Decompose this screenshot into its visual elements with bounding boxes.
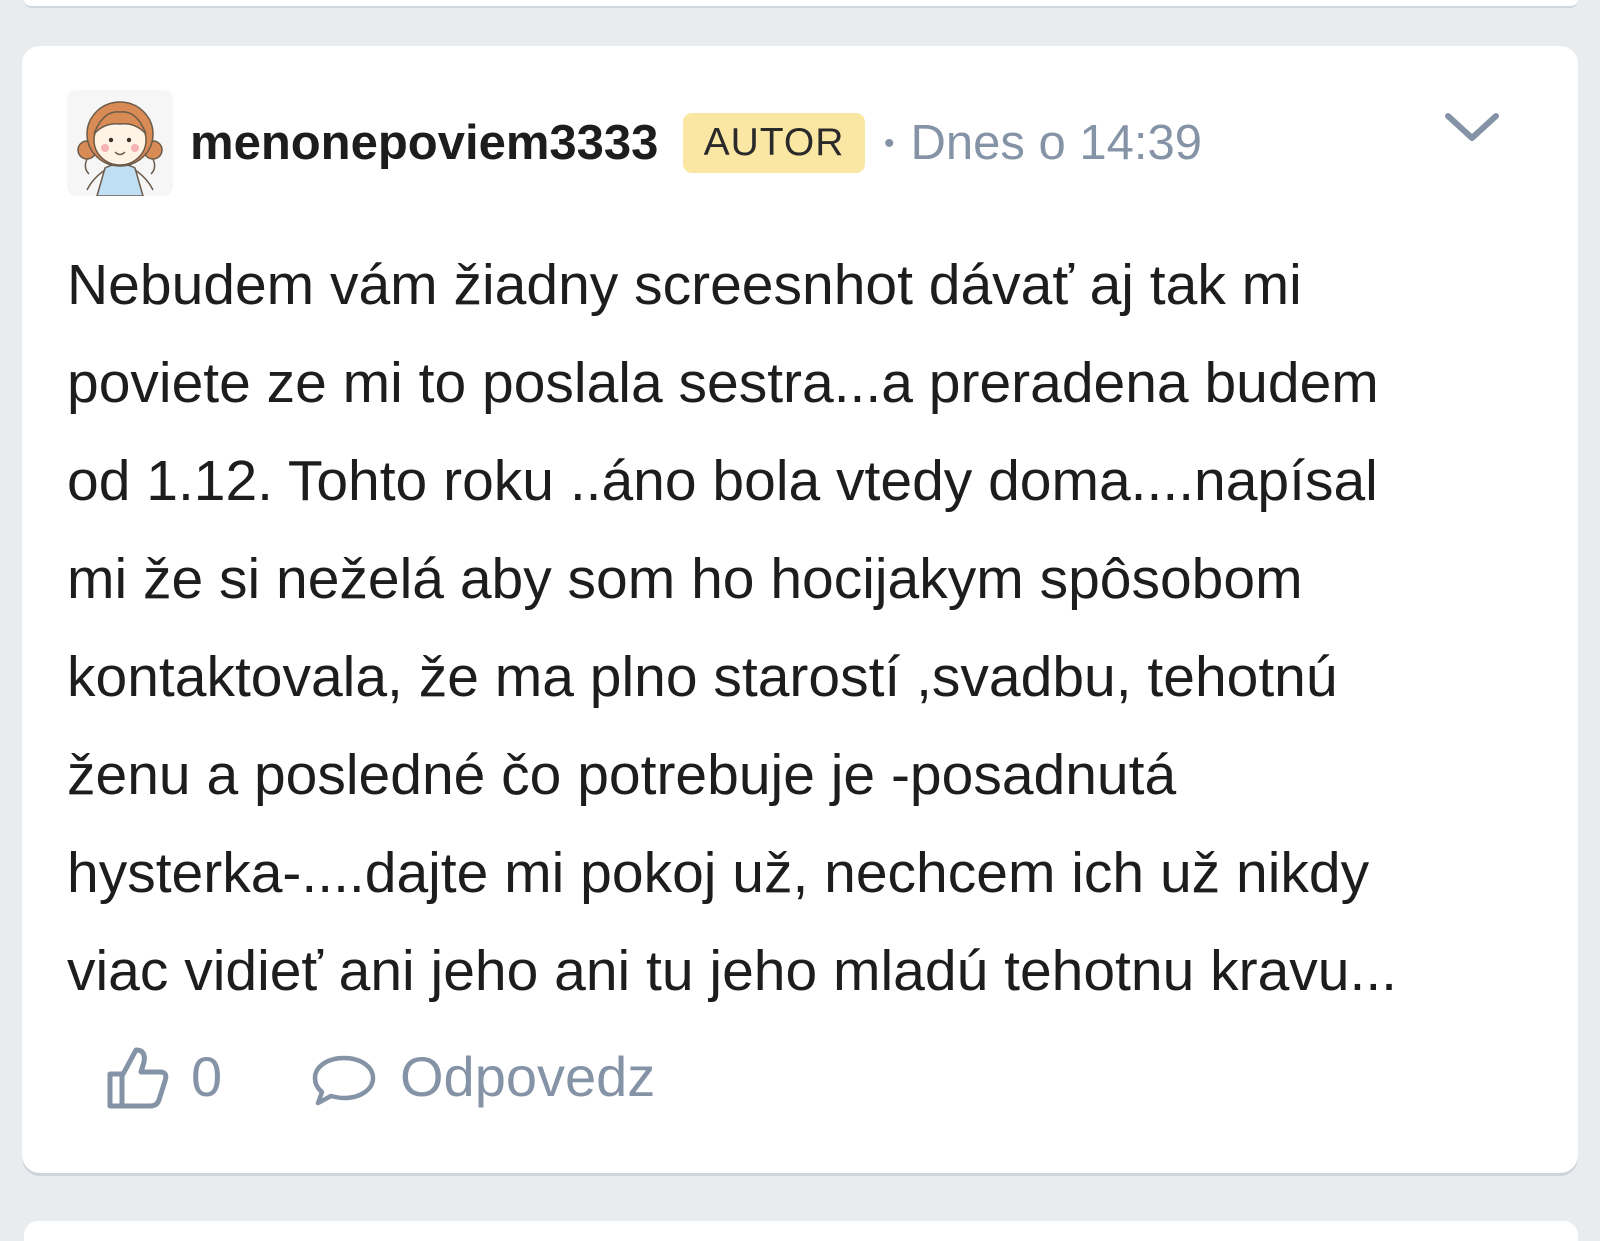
post-body-line: mi že si neželá aby som ho hocijakym spô… bbox=[67, 547, 1303, 611]
post-body-line: hysterka-....dajte mi pokoj už, nechcem … bbox=[67, 841, 1370, 905]
author-avatar[interactable] bbox=[67, 90, 173, 196]
author-username[interactable]: menonepoviem3333 bbox=[190, 110, 658, 176]
reply-label: Odpovedz bbox=[400, 1045, 656, 1108]
like-count: 0 bbox=[191, 1045, 223, 1108]
previous-post-card-edge bbox=[24, 0, 1578, 8]
reply-button[interactable]: Odpovedz bbox=[311, 1032, 691, 1122]
post-body-line: poviete ze mi to poslala sestra...a prer… bbox=[67, 351, 1379, 415]
comment-card: menonepoviem3333 AUTOR • Dnes o 14:39 Neb… bbox=[22, 46, 1578, 1173]
post-body-line: Nebudem vám žiadny screesnhot dávať aj t… bbox=[67, 253, 1302, 317]
post-body-line: viac vidieť ani jeho ani tu jeho mladú t… bbox=[67, 939, 1398, 1003]
post-body: Nebudem vám žiadny screesnhot dávať aj t… bbox=[67, 236, 1507, 1020]
post-menu-button[interactable] bbox=[1442, 108, 1502, 148]
meta-separator: • bbox=[884, 127, 895, 160]
cartoon-girl-avatar-icon bbox=[67, 90, 173, 196]
chevron-down-icon bbox=[1445, 113, 1499, 141]
post-body-line: ženu a posledné čo potrebuje je -posadnu… bbox=[67, 743, 1177, 807]
post-timestamp: Dnes o 14:39 bbox=[910, 116, 1203, 170]
post-body-line: kontaktovala, že ma plno starostí ,svadb… bbox=[67, 645, 1338, 709]
speech-bubble-icon bbox=[312, 1055, 376, 1106]
next-post-card-edge bbox=[24, 1221, 1578, 1241]
post-body-line: od 1.12. Tohto roku ..áno bola vtedy dom… bbox=[67, 449, 1378, 513]
thumbs-up-icon bbox=[107, 1047, 169, 1109]
author-badge: AUTOR bbox=[683, 113, 865, 173]
post-meta: • Dnes o 14:39 bbox=[884, 110, 1202, 177]
like-button[interactable]: 0 bbox=[106, 1032, 246, 1122]
